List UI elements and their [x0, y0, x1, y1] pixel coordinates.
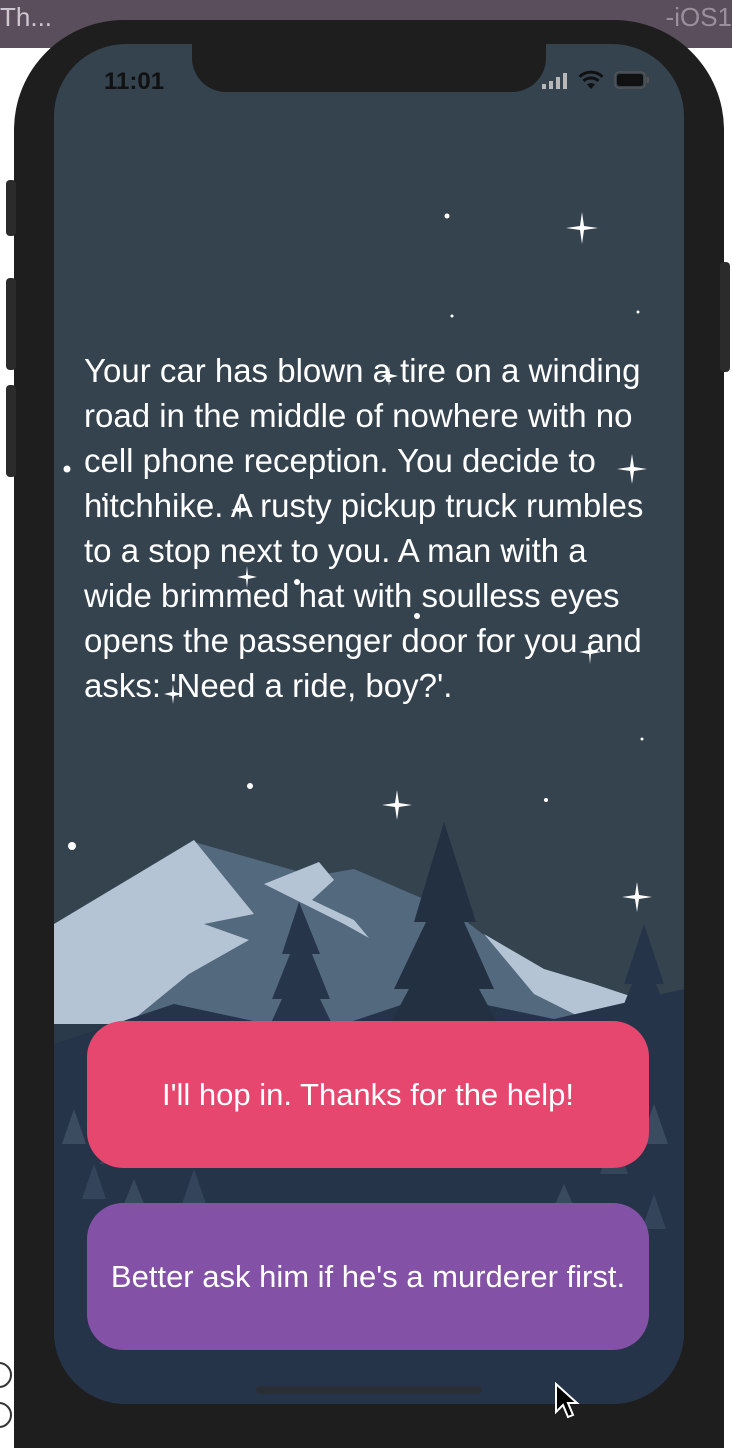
host-radio-icon	[0, 1362, 12, 1388]
cellular-signal-icon	[542, 73, 567, 89]
host-device-label: -iOS1	[665, 2, 732, 32]
choice2-button[interactable]: Better ask him if he's a murderer first.	[87, 1203, 649, 1350]
star-dot	[247, 783, 253, 789]
star-dot	[640, 737, 644, 741]
host-radio-icon	[0, 1402, 12, 1428]
sparkle-star	[622, 882, 652, 912]
star-dot	[68, 842, 76, 850]
silent-switch	[6, 180, 16, 236]
volume-down-button	[6, 385, 16, 477]
sparkle-star	[566, 212, 598, 244]
star-dot	[450, 314, 454, 318]
host-window-title: Th...	[0, 2, 53, 32]
choice1-button[interactable]: I'll hop in. Thanks for the help!	[87, 1021, 649, 1168]
status-time: 11:01	[104, 68, 165, 95]
pine-tree	[614, 924, 674, 1029]
mouse-cursor-icon	[555, 1382, 580, 1419]
sparkle-star	[382, 790, 412, 820]
battery-icon	[614, 71, 649, 89]
night-landscape-illustration	[54, 212, 684, 1404]
volume-up-button	[6, 278, 16, 370]
status-icons	[542, 70, 650, 90]
star-dot	[636, 310, 640, 314]
star-dot	[544, 798, 548, 802]
story-text: Your car has blown a tire on a winding r…	[84, 352, 644, 704]
star-dot	[444, 213, 450, 219]
wifi-icon	[578, 70, 604, 89]
power-button	[720, 262, 730, 372]
notch	[192, 44, 546, 92]
app-screen: 11:01 Your car has blown a tire on a win…	[54, 44, 684, 1404]
home-indicator[interactable]	[256, 1386, 482, 1394]
star-dot	[63, 465, 71, 473]
